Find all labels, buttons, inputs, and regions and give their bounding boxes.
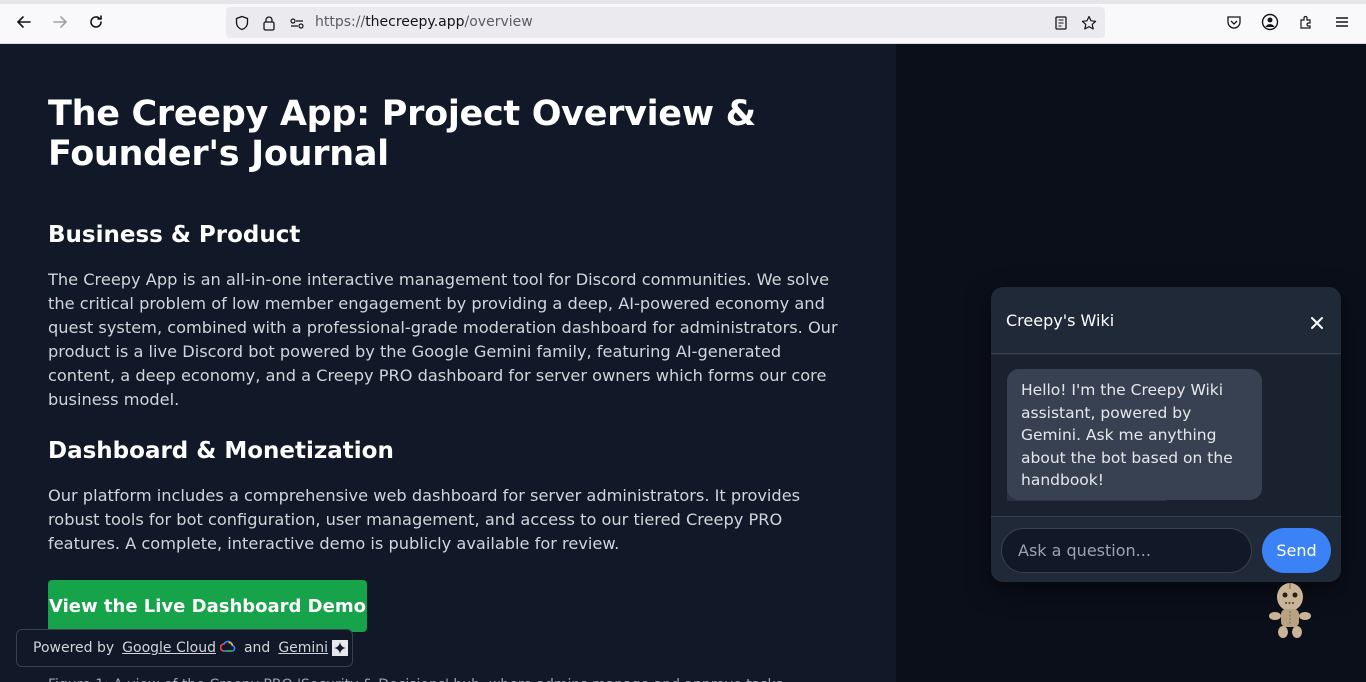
chat-header: Creepy's Wiki [991,287,1341,354]
powered-by-label: Powered by [33,640,115,656]
chat-widget: Creepy's Wiki Hello! I'm the Creepy Wiki… [991,287,1341,582]
section-heading-business: Business & Product [48,222,301,248]
gemini-logo-icon [332,640,349,656]
shield-icon[interactable] [232,13,252,33]
chat-question-input[interactable] [1001,528,1252,573]
bookmark-star-icon[interactable] [1079,13,1099,33]
live-demo-button[interactable]: View the Live Dashboard Demo [48,580,367,632]
pocket-icon[interactable] [1222,10,1246,34]
section-heading-dashboard: Dashboard & Monetization [48,438,394,464]
forward-icon[interactable] [48,10,72,34]
url-text[interactable]: https://thecreepy.app/overview [315,14,533,30]
url-host: thecreepy.app [365,14,465,30]
chat-title: Creepy's Wiki [1006,311,1115,330]
powered-by-badge: Powered by Google Cloud and Gemini [16,629,353,667]
section-body-business: The Creepy App is an all-in-one interact… [48,270,838,409]
google-cloud-link[interactable]: Google Cloud [122,640,216,656]
google-cloud-logo-icon [219,640,236,656]
extensions-icon[interactable] [1294,10,1318,34]
send-button[interactable]: Send [1262,528,1331,573]
url-path: /overview [464,14,533,30]
main-content: The Creepy App: Project Overview & Found… [0,44,896,682]
url-bar[interactable]: https://thecreepy.app/overview [226,7,1105,38]
lock-icon[interactable] [259,13,279,33]
tab-strip [0,0,1366,4]
figure-caption: Figure 1: A view of the Creepy PRO 'Secu… [48,674,848,682]
chat-footer: Send [991,516,1341,582]
reload-icon[interactable] [84,10,108,34]
assistant-message: Hello! I'm the Creepy Wiki assistant, po… [1007,369,1262,500]
account-icon[interactable] [1258,10,1282,34]
close-icon[interactable] [1307,313,1327,333]
url-scheme: https:// [315,14,366,30]
menu-icon[interactable] [1330,10,1354,34]
reader-view-icon[interactable] [1051,13,1071,33]
browser-toolbar: https://thecreepy.app/overview [0,0,1366,44]
page-title: The Creepy App: Project Overview & Found… [48,94,756,174]
section-body-dashboard: Our platform includes a comprehensive we… [48,486,801,553]
and-label: and [243,640,271,656]
permissions-icon[interactable] [287,13,307,33]
chat-messages: Hello! I'm the Creepy Wiki assistant, po… [991,355,1341,516]
back-icon[interactable] [12,10,36,34]
gemini-link[interactable]: Gemini [278,640,328,656]
creepy-doll-mascot-icon[interactable] [1266,580,1314,640]
